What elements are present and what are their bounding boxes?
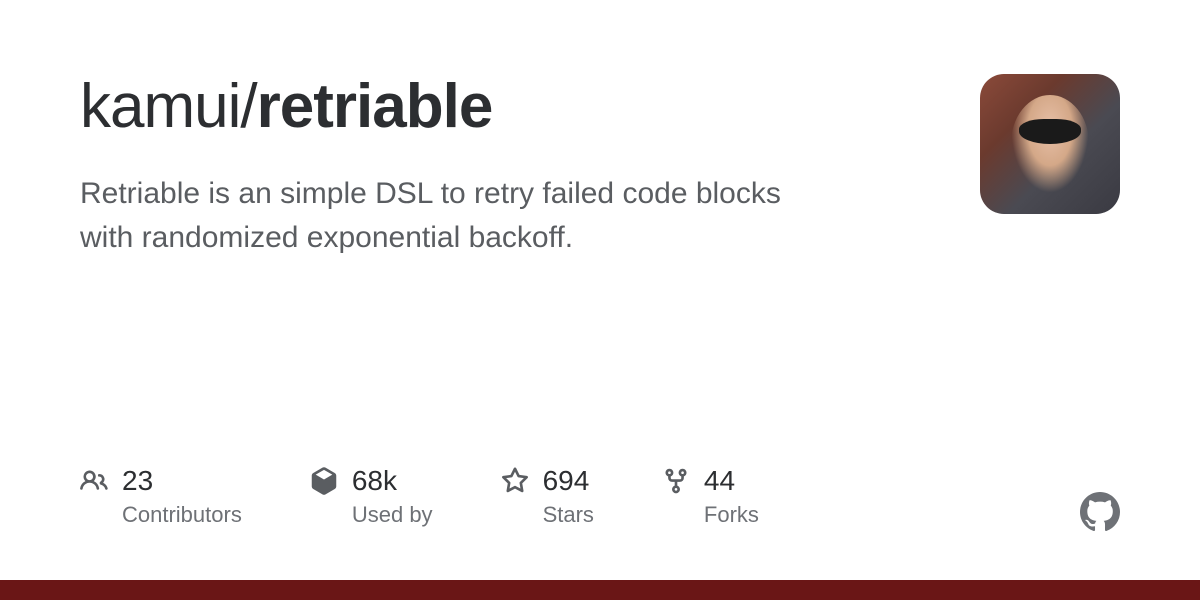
header-row: kamui/retriable Retriable is an simple D…: [80, 70, 1120, 259]
repo-separator: /: [240, 72, 256, 141]
title-section: kamui/retriable Retriable is an simple D…: [80, 70, 980, 259]
star-icon: [501, 467, 529, 495]
used-by-value: 68k: [352, 464, 433, 498]
stars-value: 694: [543, 464, 594, 498]
social-card-container: kamui/retriable Retriable is an simple D…: [0, 0, 1200, 600]
contributors-stat[interactable]: 23 Contributors: [80, 464, 242, 528]
fork-icon: [662, 467, 690, 495]
stat-text: 694 Stars: [543, 464, 594, 528]
forks-value: 44: [704, 464, 759, 498]
stat-text: 23 Contributors: [122, 464, 242, 528]
contributors-label: Contributors: [122, 502, 242, 528]
repo-name: retriable: [257, 72, 493, 141]
owner-avatar[interactable]: [980, 74, 1120, 214]
forks-stat[interactable]: 44 Forks: [662, 464, 759, 528]
stat-text: 68k Used by: [352, 464, 433, 528]
used-by-label: Used by: [352, 502, 433, 528]
github-logo-icon[interactable]: [1080, 492, 1120, 532]
accent-bar: [0, 580, 1200, 600]
forks-label: Forks: [704, 502, 759, 528]
stat-text: 44 Forks: [704, 464, 759, 528]
contributors-value: 23: [122, 464, 242, 498]
stars-label: Stars: [543, 502, 594, 528]
repo-description: Retriable is an simple DSL to retry fail…: [80, 172, 820, 259]
people-icon: [80, 467, 108, 495]
package-dependents-icon: [310, 467, 338, 495]
used-by-stat[interactable]: 68k Used by: [310, 464, 433, 528]
stars-stat[interactable]: 694 Stars: [501, 464, 594, 528]
repo-owner: kamui: [80, 72, 240, 141]
stats-row: 23 Contributors 68k Used by 694 Stars: [80, 464, 759, 528]
repo-title[interactable]: kamui/retriable: [80, 70, 980, 144]
